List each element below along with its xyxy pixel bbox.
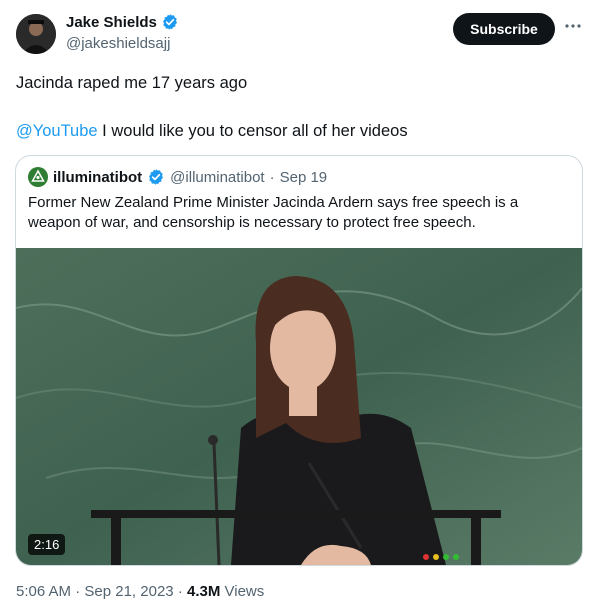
quoted-avatar-icon — [28, 167, 48, 187]
verified-badge-icon — [162, 14, 177, 30]
author-name-row: Jake Shields — [66, 13, 179, 31]
video-thumbnail — [16, 248, 582, 565]
quoted-verified-badge-icon — [149, 169, 164, 185]
views-label: Views — [224, 583, 265, 600]
quoted-display-name: illuminatibot — [53, 168, 143, 186]
mention-link[interactable]: @YouTube — [16, 122, 98, 140]
post-text-line-1: Jacinda raped me 17 years ago — [16, 74, 248, 92]
quoted-tweet[interactable]: illuminatibot @illuminatibot · Sep 19 Fo… — [15, 155, 583, 566]
meta-separator-2: · — [177, 583, 183, 600]
post-time[interactable]: 5:06 AM — [16, 583, 71, 600]
quoted-header: illuminatibot @illuminatibot · Sep 19 — [28, 167, 327, 187]
avatar-photo — [16, 14, 56, 54]
video-duration-badge: 2:16 — [28, 534, 66, 555]
tweet-meta: 5:06 AM · Sep 21, 2023 · 4.3M Views — [16, 583, 264, 600]
author-handle[interactable]: @jakeshieldsajj — [66, 35, 170, 52]
views-count[interactable]: 4.3M — [187, 583, 220, 600]
post-text-rest: I would like you to censor all of her vi… — [97, 122, 408, 140]
author-display-name[interactable]: Jake Shields — [66, 14, 157, 31]
video-player[interactable]: 2:16 — [16, 248, 582, 565]
post-date[interactable]: Sep 21, 2023 — [84, 583, 173, 600]
tweet: Jake Shields @jakeshieldsajj Subscribe J… — [0, 0, 600, 607]
meta-separator-1: · — [75, 583, 81, 600]
quoted-date: Sep 19 — [279, 168, 328, 186]
more-horizontal-icon — [565, 24, 581, 28]
author-avatar[interactable] — [16, 14, 56, 54]
quoted-text: Former New Zealand Prime Minister Jacind… — [28, 194, 519, 231]
quoted-handle: @illuminatibot — [170, 168, 265, 186]
subscribe-button[interactable]: Subscribe — [453, 13, 555, 45]
more-options-button[interactable] — [562, 15, 584, 37]
quoted-separator: · — [269, 168, 275, 186]
post-text-line-2: @YouTube I would like you to censor all … — [16, 120, 408, 142]
